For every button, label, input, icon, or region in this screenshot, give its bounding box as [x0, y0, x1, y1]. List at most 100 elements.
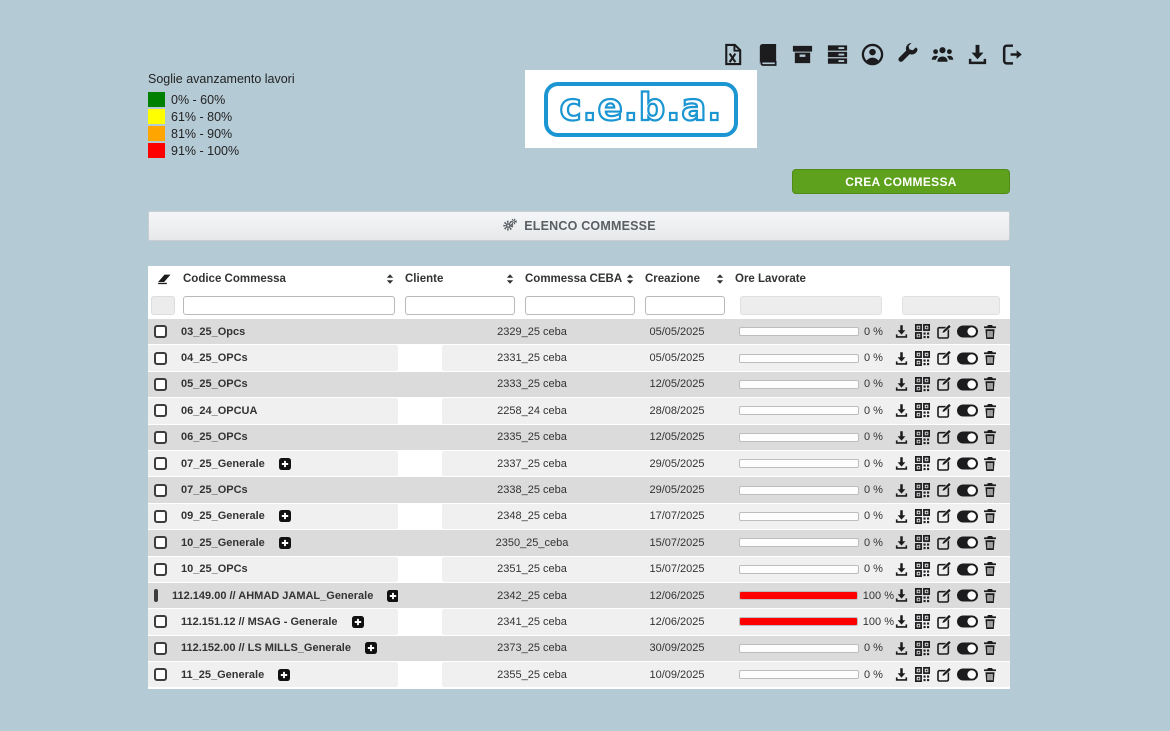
row-checkbox[interactable] — [154, 378, 167, 391]
wrench-icon[interactable] — [895, 42, 919, 66]
download-icon[interactable] — [894, 403, 909, 418]
qrcode-icon[interactable] — [914, 402, 931, 419]
row-checkbox[interactable] — [154, 536, 167, 549]
trash-icon[interactable] — [983, 429, 997, 445]
row-checkbox[interactable] — [154, 563, 167, 576]
download-icon[interactable] — [894, 562, 909, 577]
row-checkbox[interactable] — [154, 615, 167, 628]
toggle-icon[interactable] — [957, 668, 978, 681]
sort-icon-cliente[interactable] — [506, 273, 514, 285]
edit-icon[interactable] — [936, 561, 952, 577]
qrcode-icon[interactable] — [914, 350, 931, 367]
trash-icon[interactable] — [983, 614, 997, 630]
download-icon[interactable] — [894, 588, 909, 603]
edit-icon[interactable] — [936, 535, 952, 551]
plus-square-icon[interactable] — [352, 616, 364, 628]
toggle-icon[interactable] — [957, 457, 978, 470]
qrcode-icon[interactable] — [914, 666, 931, 683]
row-checkbox[interactable] — [154, 510, 167, 523]
plus-square-icon[interactable] — [278, 669, 290, 681]
toggle-icon[interactable] — [957, 563, 978, 576]
plus-square-icon[interactable] — [365, 642, 377, 654]
trash-icon[interactable] — [983, 324, 997, 340]
toggle-icon[interactable] — [957, 536, 978, 549]
trash-icon[interactable] — [983, 588, 997, 604]
trash-icon[interactable] — [983, 508, 997, 524]
plus-square-icon[interactable] — [279, 510, 291, 522]
row-checkbox[interactable] — [154, 668, 167, 681]
toggle-icon[interactable] — [957, 378, 978, 391]
download-icon[interactable] — [894, 641, 909, 656]
logout-icon[interactable] — [1000, 42, 1024, 66]
trash-icon[interactable] — [983, 456, 997, 472]
trash-icon[interactable] — [983, 482, 997, 498]
filter-input-cliente[interactable] — [405, 296, 515, 315]
download-icon[interactable] — [894, 377, 909, 392]
trash-icon[interactable] — [983, 403, 997, 419]
edit-icon[interactable] — [936, 640, 952, 656]
qrcode-icon[interactable] — [914, 323, 931, 340]
row-checkbox[interactable] — [154, 484, 167, 497]
download-icon[interactable] — [894, 535, 909, 550]
trash-icon[interactable] — [983, 667, 997, 683]
edit-icon[interactable] — [936, 456, 952, 472]
toggle-icon[interactable] — [957, 510, 978, 523]
eraser-icon[interactable] — [155, 271, 174, 287]
journal-icon[interactable] — [755, 42, 779, 66]
edit-icon[interactable] — [936, 588, 952, 604]
row-checkbox[interactable] — [154, 642, 167, 655]
qrcode-icon[interactable] — [914, 613, 931, 630]
toggle-icon[interactable] — [957, 352, 978, 365]
qrcode-icon[interactable] — [914, 640, 931, 657]
edit-icon[interactable] — [936, 508, 952, 524]
row-checkbox[interactable] — [154, 352, 167, 365]
download-icon[interactable] — [894, 324, 909, 339]
row-checkbox[interactable] — [154, 589, 158, 602]
trash-icon[interactable] — [983, 561, 997, 577]
trash-icon[interactable] — [983, 640, 997, 656]
edit-icon[interactable] — [936, 403, 952, 419]
qrcode-icon[interactable] — [914, 508, 931, 525]
toggle-icon[interactable] — [957, 484, 978, 497]
qrcode-icon[interactable] — [914, 561, 931, 578]
row-checkbox[interactable] — [154, 325, 167, 338]
qrcode-icon[interactable] — [914, 534, 931, 551]
sort-icon-creazione[interactable] — [716, 273, 724, 285]
download-icon[interactable] — [894, 351, 909, 366]
qrcode-icon[interactable] — [914, 482, 931, 499]
toggle-icon[interactable] — [957, 404, 978, 417]
download-icon[interactable] — [894, 614, 909, 629]
archive-icon[interactable] — [790, 42, 814, 66]
edit-icon[interactable] — [936, 667, 952, 683]
filter-input-commessa-ceba[interactable] — [525, 296, 635, 315]
toggle-icon[interactable] — [957, 589, 978, 602]
edit-icon[interactable] — [936, 482, 952, 498]
toggle-icon[interactable] — [957, 325, 978, 338]
row-checkbox[interactable] — [154, 431, 167, 444]
crea-commessa-button[interactable]: CREA COMMESSA — [792, 169, 1010, 194]
plus-square-icon[interactable] — [279, 458, 291, 470]
qrcode-icon[interactable] — [914, 376, 931, 393]
download-icon[interactable] — [894, 667, 909, 682]
qrcode-icon[interactable] — [914, 429, 931, 446]
download-icon[interactable] — [965, 42, 989, 66]
download-icon[interactable] — [894, 456, 909, 471]
sort-icon-codice[interactable] — [386, 273, 394, 285]
toggle-icon[interactable] — [957, 642, 978, 655]
qrcode-icon[interactable] — [914, 455, 931, 472]
filter-input-creazione[interactable] — [645, 296, 725, 315]
filter-input-codice[interactable] — [183, 296, 395, 315]
edit-icon[interactable] — [936, 376, 952, 392]
edit-icon[interactable] — [936, 429, 952, 445]
user-circle-icon[interactable] — [860, 42, 884, 66]
sort-icon-commessa-ceba[interactable] — [626, 273, 634, 285]
download-icon[interactable] — [894, 430, 909, 445]
trash-icon[interactable] — [983, 350, 997, 366]
qrcode-icon[interactable] — [914, 587, 931, 604]
download-icon[interactable] — [894, 483, 909, 498]
edit-icon[interactable] — [936, 324, 952, 340]
download-icon[interactable] — [894, 509, 909, 524]
trash-icon[interactable] — [983, 535, 997, 551]
server-icon[interactable] — [825, 42, 849, 66]
excel-export-icon[interactable] — [720, 42, 744, 66]
